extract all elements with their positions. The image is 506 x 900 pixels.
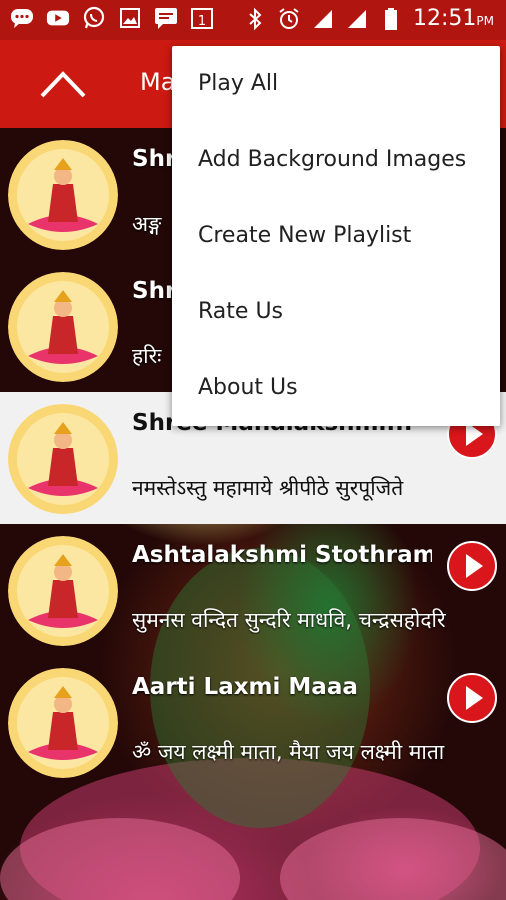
page-title: Ma (140, 68, 176, 96)
song-subtitle: ॐ जय लक्ष्मी माता, मैया जय लक्ष्मी माता (132, 740, 445, 764)
lakshmi-thumbnail (8, 536, 118, 646)
play-button[interactable] (446, 540, 498, 592)
overflow-menu: Play All Add Background Images Create Ne… (172, 46, 500, 426)
list-item[interactable]: Aarti Laxmi Maaa ॐ जय लक्ष्मी माता, मैया… (0, 656, 506, 788)
system-icons: 12:51PM (243, 6, 494, 31)
lakshmi-thumbnail (8, 404, 118, 514)
clock: 12:51PM (413, 6, 494, 31)
lakshmi-thumbnail (8, 272, 118, 382)
play-icon (447, 541, 497, 591)
collapse-button[interactable] (38, 66, 88, 102)
song-subtitle: नमस्तेऽस्तु महामाये श्रीपीठे सुरपूजिते (132, 476, 404, 500)
notification-icons: 1 (10, 6, 214, 30)
youtube-icon (46, 6, 70, 30)
clock-ampm: PM (476, 14, 494, 28)
gallery-icon (118, 6, 142, 30)
calendar-day: 1 (198, 14, 206, 29)
menu-item-about-us[interactable]: About Us (172, 350, 500, 426)
signal-icon (345, 7, 369, 31)
menu-item-play-all[interactable]: Play All (172, 46, 500, 122)
status-bar: 1 12:51PM (0, 0, 506, 40)
lakshmi-thumbnail (8, 668, 118, 778)
calendar-icon: 1 (190, 6, 214, 30)
sms-icon (154, 6, 178, 30)
signal-icon (311, 7, 335, 31)
chevron-up-icon (40, 71, 86, 98)
song-title: Aarti Laxmi Maaa (132, 674, 358, 700)
alarm-icon (277, 7, 301, 31)
song-subtitle: सुमनस वन्दित सुन्दरि माधवि, चन्द्रसहोदरि (132, 608, 446, 632)
menu-item-rate-us[interactable]: Rate Us (172, 274, 500, 350)
battery-icon (379, 7, 403, 31)
song-title: Ashtalakshmi Stothram (132, 542, 432, 568)
message-icon (10, 6, 34, 30)
play-button[interactable] (446, 672, 498, 724)
menu-item-add-background-images[interactable]: Add Background Images (172, 122, 500, 198)
list-item[interactable]: Ashtalakshmi Stothram सुमनस वन्दित सुन्द… (0, 524, 506, 656)
lakshmi-thumbnail (8, 140, 118, 250)
play-icon (447, 673, 497, 723)
clock-time: 12:51 (413, 6, 477, 31)
whatsapp-icon (82, 6, 106, 30)
menu-item-create-new-playlist[interactable]: Create New Playlist (172, 198, 500, 274)
bluetooth-icon (243, 7, 267, 31)
